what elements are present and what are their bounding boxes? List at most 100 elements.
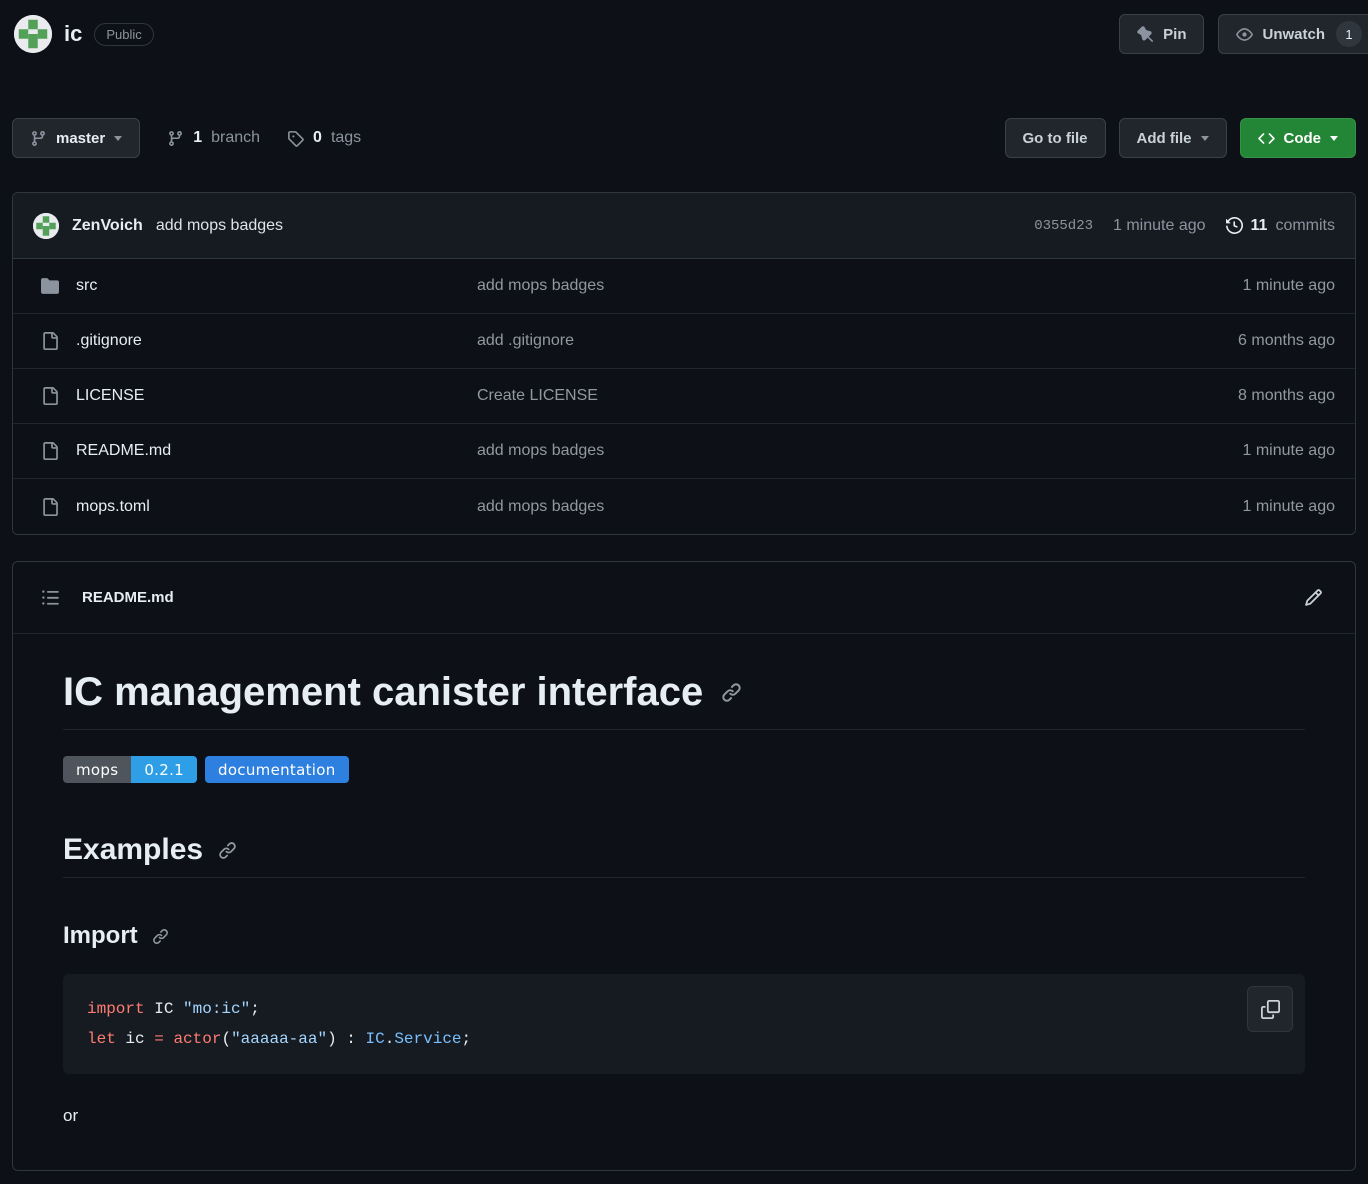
history-icon (1225, 217, 1243, 234)
table-row[interactable]: LICENSE Create LICENSE 8 months ago (13, 369, 1355, 424)
tag-count-label: tags (330, 129, 362, 146)
file-link[interactable]: .gitignore (76, 332, 142, 350)
heading-link-icon[interactable] (721, 682, 742, 703)
repo-header: ic Public Pin Unwatch 1 (0, 0, 1368, 54)
examples-heading: Examples (63, 833, 1305, 878)
pin-button[interactable]: Pin (1119, 14, 1205, 54)
chevron-down-icon (1200, 135, 1209, 141)
code-button[interactable]: Code (1239, 118, 1356, 158)
go-to-file-button[interactable]: Go to file (1004, 118, 1106, 158)
file-updated-time: 1 minute ago (1242, 442, 1335, 459)
heading-link-icon[interactable] (152, 928, 169, 945)
edit-pencil-icon[interactable] (1304, 588, 1323, 607)
import-heading: Import (63, 922, 1305, 950)
commit-author[interactable]: ZenVoich (72, 217, 143, 235)
mops-version-badge[interactable]: mops 0.2.1 (63, 756, 197, 783)
file-link[interactable]: README.md (76, 442, 171, 460)
go-to-file-label: Go to file (1022, 129, 1088, 147)
file-name-cell: mops.toml (41, 497, 477, 516)
file-link[interactable]: mops.toml (76, 498, 150, 516)
code-token: ic (115, 1030, 155, 1048)
readme-body: IC management canister interface mops 0.… (13, 634, 1355, 1170)
file-icon (41, 332, 59, 350)
eye-icon (1236, 26, 1254, 43)
add-file-button[interactable]: Add file (1118, 118, 1227, 158)
table-row[interactable]: README.md add mops badges 1 minute ago (13, 424, 1355, 479)
file-table: ZenVoich add mops badges 0355d23 1 minut… (12, 192, 1356, 535)
pin-icon (1137, 25, 1154, 43)
watch-counter: 1 (1336, 21, 1362, 47)
table-row[interactable]: src add mops badges 1 minute ago (13, 259, 1355, 314)
file-updated-time: 6 months ago (1238, 332, 1335, 349)
tag-icon (287, 130, 304, 147)
file-updated-time: 1 minute ago (1242, 277, 1335, 294)
tags-link[interactable]: 0 tags (287, 129, 361, 147)
commit-message-link[interactable]: add mops badges (477, 277, 1125, 295)
add-file-label: Add file (1136, 129, 1192, 147)
import-heading-text: Import (63, 922, 138, 949)
commit-sha[interactable]: 0355d23 (1034, 218, 1093, 234)
or-text: or (63, 1106, 79, 1125)
code-token: IC (144, 1000, 184, 1018)
commit-time: 1 minute ago (1113, 216, 1206, 234)
repo-actions: Pin Unwatch 1 (1119, 14, 1368, 54)
commit-message-link[interactable]: add mops badges (477, 498, 1125, 516)
branch-count: 1 (193, 129, 203, 146)
commit-history-link[interactable]: 11 commits (1225, 216, 1335, 235)
pin-button-label: Pin (1163, 25, 1187, 43)
table-row[interactable]: .gitignore add .gitignore 6 months ago (13, 314, 1355, 369)
table-row[interactable]: mops.toml add mops badges 1 minute ago (13, 479, 1355, 534)
readme-filename[interactable]: README.md (82, 589, 174, 606)
readme-header: README.md (13, 562, 1355, 634)
file-name-cell: .gitignore (41, 332, 477, 350)
commit-message-link[interactable]: add mops badges (477, 442, 1125, 460)
file-updated-time: 1 minute ago (1242, 497, 1335, 515)
code-token: ; (461, 1030, 472, 1048)
git-branch-icon (167, 130, 184, 147)
copy-icon (1260, 999, 1280, 1019)
badge-row: mops 0.2.1 documentation (63, 756, 1305, 783)
copy-button[interactable] (1247, 986, 1293, 1032)
branch-name: master (56, 129, 106, 147)
folder-icon (41, 277, 59, 295)
code-token: actor (173, 1030, 222, 1048)
code-button-label: Code (1283, 129, 1322, 147)
commit-count: 11 (1250, 216, 1268, 234)
code-line: import IC "mo:ic"; (87, 994, 1281, 1024)
repo-name[interactable]: ic (64, 21, 82, 47)
branch-selector[interactable]: master (12, 118, 141, 158)
file-updated-time: 8 months ago (1238, 387, 1335, 404)
chevron-down-icon (114, 135, 123, 141)
unwatch-button-label: Unwatch (1262, 25, 1325, 43)
commit-message-link[interactable]: add .gitignore (477, 332, 1125, 350)
code-token: "mo:ic" (183, 1000, 251, 1018)
list-unordered-icon[interactable] (41, 588, 60, 607)
code-block: import IC "mo:ic"; let ic = actor("aaaaa… (63, 974, 1305, 1074)
heading-link-icon[interactable] (218, 841, 237, 860)
file-link[interactable]: src (76, 277, 97, 295)
code-icon (1257, 130, 1275, 147)
chevron-down-icon (1330, 135, 1338, 141)
code-line: let ic = actor("aaaaa-aa") : IC.Service; (87, 1024, 1281, 1054)
repo-page: ic Public Pin Unwatch 1 master 1 branch … (0, 0, 1368, 1171)
code-token: : (336, 1030, 366, 1048)
mops-badge-label: mops (63, 756, 132, 783)
code-token: Service (394, 1030, 462, 1048)
commit-author-avatar[interactable] (33, 212, 59, 239)
documentation-badge[interactable]: documentation (205, 756, 349, 783)
readme-title: IC management canister interface (63, 670, 704, 714)
branches-link[interactable]: 1 branch (167, 129, 260, 147)
unwatch-button[interactable]: Unwatch 1 (1218, 14, 1368, 54)
examples-heading-text: Examples (63, 833, 204, 866)
file-icon (41, 442, 59, 460)
file-name-cell: README.md (41, 442, 477, 460)
commit-message-link[interactable]: Create LICENSE (477, 387, 1125, 405)
readme-panel: README.md IC management canister interfa… (12, 561, 1356, 1171)
commit-message[interactable]: add mops badges (156, 217, 283, 235)
commit-meta: 0355d23 1 minute ago 11 commits (1034, 217, 1335, 235)
code-content: import IC "mo:ic"; let ic = actor("aaaaa… (87, 994, 1281, 1054)
file-link[interactable]: LICENSE (76, 387, 144, 405)
repo-avatar[interactable] (14, 15, 52, 53)
repo-title-group: ic Public (14, 15, 154, 53)
